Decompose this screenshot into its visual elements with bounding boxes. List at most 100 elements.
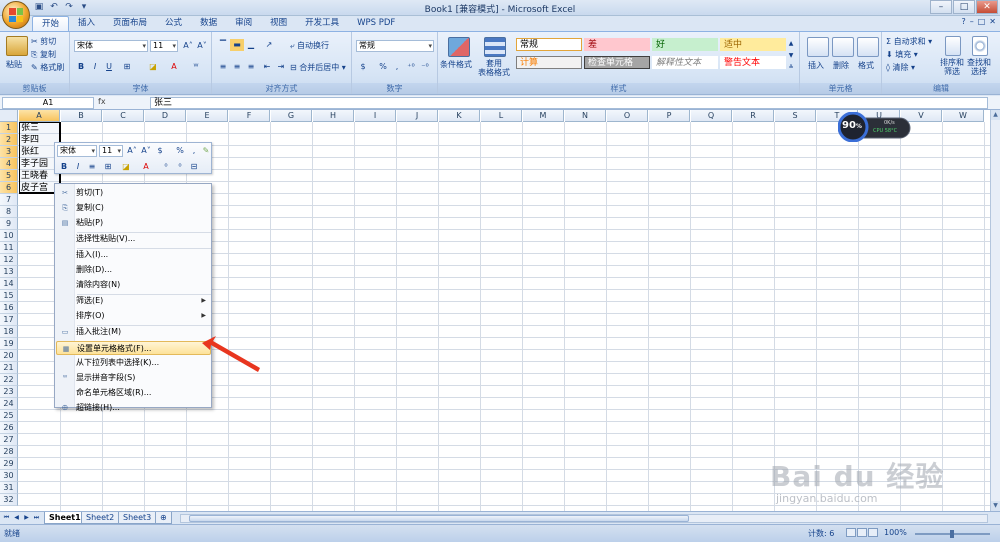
select-all-corner[interactable] [0,110,18,122]
page-layout-icon[interactable] [857,528,867,537]
align-middle-icon[interactable]: ▬ [230,39,244,51]
align-left-icon[interactable]: ≡ [216,61,230,73]
column-header[interactable]: O [607,110,648,122]
row-header[interactable]: 31 [0,482,18,494]
increase-indent-icon[interactable]: ⇥ [274,61,288,73]
page-break-icon[interactable] [868,528,878,537]
name-box[interactable]: A1 [2,97,94,109]
insert-cells-button[interactable]: 插入 [808,60,824,71]
increase-decimal-icon[interactable]: ⁺⁰ [404,61,418,73]
column-header[interactable]: I [355,110,396,122]
sheet-tab-2[interactable]: Sheet3 [118,512,157,524]
bold-button[interactable]: B [74,61,88,73]
mini-currency-icon[interactable]: $ [153,145,167,157]
row-header[interactable]: 16 [0,302,18,314]
row-header[interactable]: 26 [0,422,18,434]
column-header[interactable]: G [271,110,312,122]
column-header[interactable]: A [19,110,60,122]
menu-item-9[interactable]: 插入批注(M) ▭ [56,325,211,339]
row-header[interactable]: 27 [0,434,18,446]
row-header[interactable]: 3 [0,146,18,158]
column-header[interactable]: C [103,110,144,122]
copy-button[interactable]: ⎘ 复制 [31,49,56,60]
mini-bold-icon[interactable]: B [57,161,71,173]
row-header[interactable]: 1 [0,122,18,134]
phonetic-icon[interactable]: ᵂ [189,61,203,73]
row-header[interactable]: 2 [0,134,18,146]
align-center-icon[interactable]: ≡ [230,61,244,73]
column-header[interactable]: D [145,110,186,122]
tab-4[interactable]: 数据 [191,16,226,31]
menu-item-6[interactable]: 清除内容(N) [56,278,211,292]
percent-button[interactable]: % [376,61,390,73]
column-header[interactable]: F [229,110,270,122]
row-header[interactable]: 4 [0,158,18,170]
menu-item-4[interactable]: 插入(I)... [56,248,211,262]
row-header[interactable]: 6 [0,182,18,194]
tab-8[interactable]: WPS PDF [348,16,404,31]
cell-a1[interactable]: 张三 [19,122,60,134]
grow-font-button[interactable]: A˄ [181,40,195,52]
underline-button[interactable]: U [102,61,116,73]
gallery-down-icon[interactable]: ▼ [786,50,796,62]
ribbon-restore-icon[interactable]: □ [978,17,986,26]
mini-shrink-font-icon[interactable]: A˅ [139,145,153,157]
cell-style-1[interactable]: 差 [584,38,650,51]
fill-color-icon[interactable]: ◪ [146,61,160,73]
row-header[interactable]: 18 [0,326,18,338]
conditional-format-button[interactable]: 条件格式 [440,59,472,70]
paste-icon[interactable] [6,36,28,56]
find-select-button[interactable]: 查找和 选择 [967,58,991,76]
comma-button[interactable]: , [390,61,404,73]
autosum-button[interactable]: Σ 自动求和 ▾ [886,36,932,47]
menu-item-7[interactable]: 筛选(E) ▶ [56,294,211,308]
tab-0[interactable]: 开始 [32,16,70,31]
vertical-scrollbar[interactable]: ▲ ▼ [990,110,1000,511]
last-sheet-icon[interactable]: ⏭ [32,513,41,523]
maximize-icon[interactable]: □ [953,0,975,14]
column-header[interactable]: P [649,110,690,122]
mini-percent-icon[interactable]: % [173,145,187,157]
font-color-icon[interactable]: A [167,61,181,73]
row-header[interactable]: 32 [0,494,18,506]
menu-item-5[interactable]: 删除(D)... [56,263,211,277]
mini-fill-color-icon[interactable]: ◪ [119,161,133,173]
sort-filter-button[interactable]: 排序和 筛选 [940,58,964,76]
decrease-indent-icon[interactable]: ⇤ [260,61,274,73]
horizontal-scrollbar[interactable] [180,514,988,523]
ribbon-close-icon[interactable]: ✕ [989,17,996,26]
scroll-up-icon[interactable]: ▲ [991,110,1000,120]
font-size-select[interactable]: 11 [150,40,178,52]
minimize-icon[interactable]: – [930,0,952,14]
decrease-decimal-icon[interactable]: ⁻⁰ [418,61,432,73]
cell-style-0[interactable]: 常规 [516,38,582,51]
number-format-select[interactable]: 常规 [356,40,434,52]
align-bottom-icon[interactable]: ▁ [244,39,258,51]
office-button[interactable] [2,1,30,29]
row-header[interactable]: 29 [0,458,18,470]
format-cells-icon[interactable] [857,37,879,57]
formula-input[interactable]: 张三 [150,97,988,109]
column-header[interactable]: M [523,110,564,122]
column-header[interactable]: R [733,110,774,122]
paste-button[interactable]: 粘贴 [6,59,22,70]
column-header[interactable]: L [481,110,522,122]
cell-style-3[interactable]: 适中 [720,38,786,51]
ribbon-minimize-icon[interactable]: – [970,17,974,26]
row-header[interactable]: 10 [0,230,18,242]
merge-center-button[interactable]: ⊟ 合并后居中 ▾ [290,62,346,73]
close-icon[interactable]: ✕ [976,0,998,14]
menu-item-0[interactable]: 剪切(T) ✂ [56,186,211,200]
mini-grow-font-icon[interactable]: A˄ [125,145,139,157]
menu-item-11[interactable]: 从下拉列表中选择(K)... [56,356,211,370]
row-header[interactable]: 20 [0,350,18,362]
help-icon[interactable]: ? [961,17,965,26]
sheet-tab-1[interactable]: Sheet2 [81,512,120,524]
shrink-font-button[interactable]: A˅ [195,40,209,52]
format-painter-button[interactable]: ✎ 格式刷 [31,62,64,73]
normal-view-icon[interactable] [846,528,856,537]
menu-item-14[interactable]: 超链接(H)... 🜨 [56,401,211,415]
cell-style-7[interactable]: 警告文本 [720,56,786,69]
mini-format-painter-icon[interactable]: ✎ [199,145,213,157]
format-as-table-icon[interactable] [484,37,506,57]
